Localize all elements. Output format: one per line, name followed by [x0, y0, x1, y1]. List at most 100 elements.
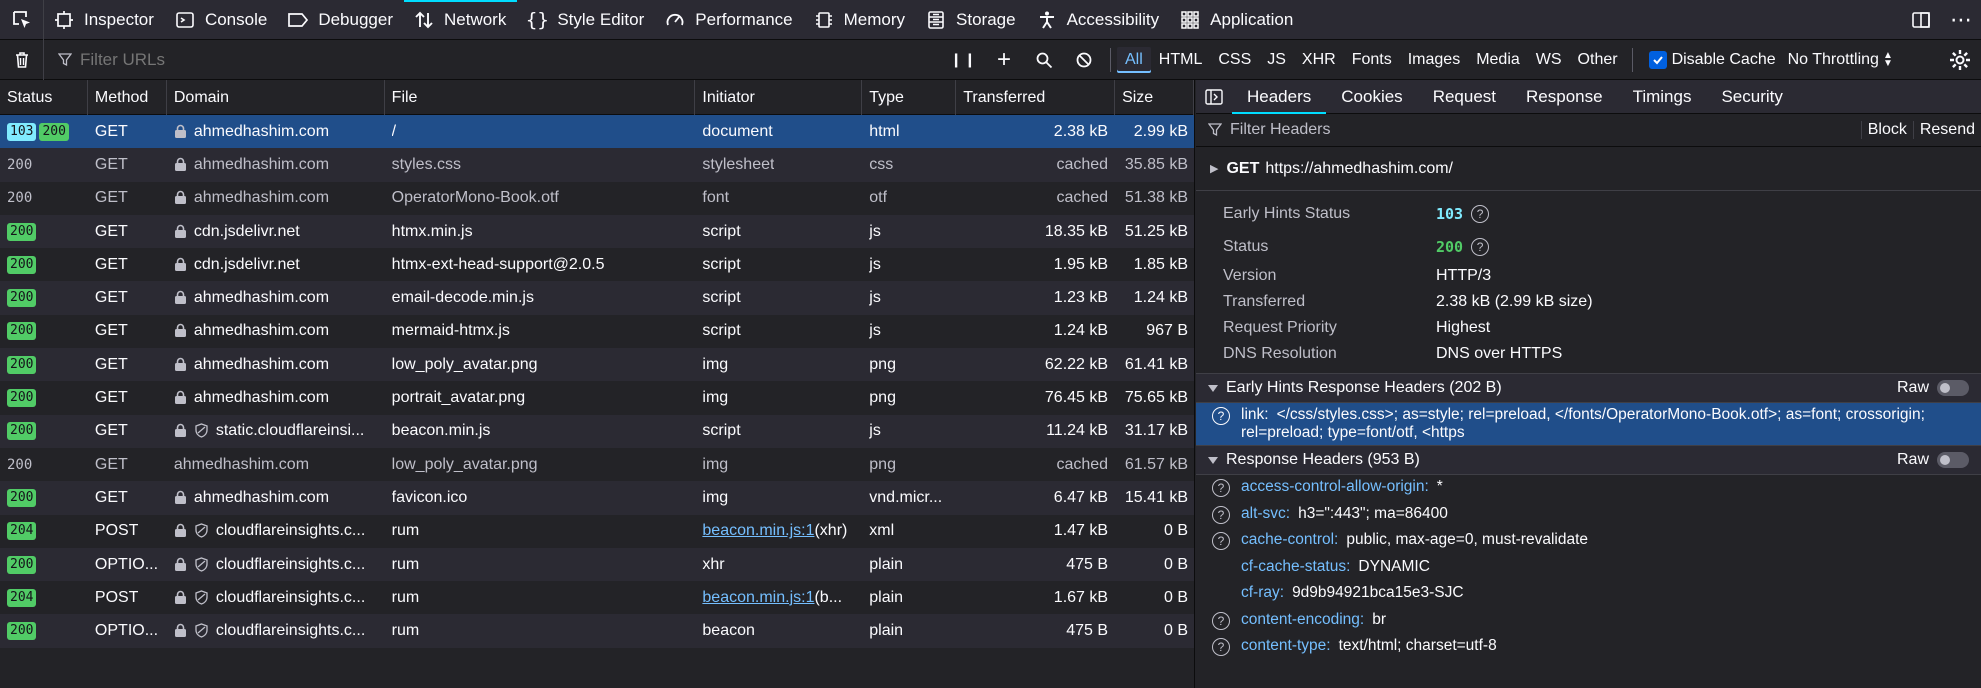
throttling-select[interactable]: No Throttling ▲ ▼ — [1788, 50, 1893, 69]
help-icon[interactable]: ? — [1212, 611, 1230, 630]
details-tab-headers[interactable]: Headers — [1232, 80, 1327, 114]
filter-type-js[interactable]: JS — [1259, 47, 1294, 73]
filter-type-ws[interactable]: WS — [1528, 47, 1570, 73]
table-row[interactable]: 200 OPTIO... cloudflareinsights.c... rum xhr… — [0, 547, 1194, 582]
clear-button[interactable] — [0, 39, 44, 80]
header-row[interactable]: ? content-encoding: br — [1196, 608, 1981, 635]
help-icon[interactable]: ? — [1212, 505, 1230, 524]
add-filter-button[interactable]: + — [984, 40, 1024, 80]
column-header-file[interactable]: File — [385, 80, 696, 115]
header-row[interactable]: ? link: </css/styles.css>; as=style; rel=p… — [1196, 403, 1981, 445]
filter-urls-input[interactable] — [80, 49, 880, 70]
tab-memory[interactable]: Memory — [804, 0, 916, 40]
search-button[interactable] — [1024, 40, 1064, 80]
tab-accessibility[interactable]: Accessibility — [1027, 0, 1171, 40]
header-row[interactable]: cf-cache-status: DYNAMIC — [1196, 555, 1981, 582]
filter-type-fonts[interactable]: Fonts — [1344, 47, 1400, 73]
help-icon[interactable]: ? — [1212, 479, 1230, 497]
element-picker-button[interactable] — [0, 0, 44, 40]
filter-type-all[interactable]: All — [1117, 46, 1151, 73]
early-hints-section-header[interactable]: Early Hints Response Headers (202 B) Raw — [1196, 373, 1981, 403]
column-header-transferred[interactable]: Transferred — [956, 80, 1116, 115]
table-row[interactable]: 200 GET ahmedhashim.com email-decode.min.js… — [0, 281, 1194, 315]
help-icon[interactable]: ? — [1212, 638, 1230, 656]
filter-type-xhr[interactable]: XHR — [1294, 47, 1344, 73]
column-header-status[interactable]: Status — [0, 80, 88, 115]
header-row[interactable]: ? alt-svc: h3=":443"; ma=86400 — [1196, 502, 1981, 529]
filter-type-css[interactable]: CSS — [1210, 47, 1259, 73]
details-tab-cookies[interactable]: Cookies — [1326, 80, 1417, 114]
network-settings-button[interactable] — [1947, 47, 1973, 73]
help-icon[interactable]: ? — [1471, 237, 1490, 256]
filter-urls-box[interactable] — [44, 40, 944, 80]
domain-text: cloudflareinsights.c... — [215, 522, 366, 540]
switch-off-icon[interactable] — [1937, 380, 1969, 396]
block-button[interactable]: Block — [1860, 121, 1913, 139]
table-row[interactable]: 204 POST cloudflareinsights.c... rum beacon.… — [0, 581, 1194, 615]
filter-type-other[interactable]: Other — [1570, 47, 1626, 73]
column-header-method[interactable]: Method — [88, 80, 167, 115]
table-row[interactable]: 200 GET ahmedhashim.com portrait_avatar.png… — [0, 381, 1194, 415]
more-menu-button[interactable]: ⋯ — [1941, 0, 1981, 40]
file-cell: mermaid-htmx.js — [385, 315, 696, 348]
details-tab-response[interactable]: Response — [1511, 80, 1618, 114]
tab-network[interactable]: Network — [403, 0, 518, 40]
details-tab-timings[interactable]: Timings — [1618, 80, 1707, 114]
pause-button[interactable]: ❙❙ — [944, 40, 984, 80]
help-icon[interactable]: ? — [1212, 407, 1230, 425]
column-header-initiator[interactable]: Initiator — [695, 80, 863, 115]
response-headers-section-header[interactable]: Response Headers (953 B) Raw — [1196, 445, 1981, 475]
table-row[interactable]: 200 GET ahmedhashim.com low_poly_avatar.png… — [0, 447, 1194, 482]
initiator-link[interactable]: beacon.min.js:1 — [702, 522, 814, 540]
tab-style-editor[interactable]: {} Style Editor — [517, 0, 655, 40]
details-tab-security[interactable]: Security — [1706, 80, 1797, 114]
dock-button[interactable] — [1901, 0, 1941, 40]
header-value: DYNAMIC — [1358, 557, 1430, 575]
help-icon[interactable]: ? — [1471, 204, 1490, 223]
details-tab-request[interactable]: Request — [1418, 80, 1511, 114]
table-row[interactable]: 200 GET ahmedhashim.com styles.css styleshee… — [0, 148, 1194, 182]
filter-type-html[interactable]: HTML — [1151, 47, 1211, 73]
column-header-size[interactable]: Size — [1115, 80, 1194, 115]
table-row[interactable]: 103 200 GET ahmedhashim.com / document html 2.3… — [0, 115, 1194, 149]
dock-icon — [1912, 12, 1930, 28]
table-row[interactable]: 204 POST cloudflareinsights.c... rum beacon.… — [0, 514, 1194, 548]
filter-headers-input[interactable]: Filter Headers — [1230, 121, 1330, 139]
block-urls-button[interactable] — [1064, 40, 1104, 80]
resend-button[interactable]: Resend — [1912, 121, 1981, 139]
help-icon[interactable]: ? — [1212, 532, 1230, 550]
column-header-type[interactable]: Type — [862, 80, 957, 115]
tracker-shield-icon — [194, 623, 210, 639]
table-row[interactable]: 200 GET ahmedhashim.com low_poly_avatar.png… — [0, 348, 1194, 382]
request-url-line[interactable]: ▶ GET https://ahmedhashim.com/ — [1196, 147, 1981, 191]
checkbox-checked-icon[interactable] — [1648, 50, 1667, 69]
disable-cache-toggle[interactable]: Disable Cache — [1648, 50, 1776, 69]
tab-performance[interactable]: Performance — [655, 0, 803, 40]
switch-off-icon[interactable] — [1937, 452, 1969, 468]
table-row[interactable]: 200 GET cdn.jsdelivr.net htmx-ext-head-supp… — [0, 248, 1194, 282]
table-row[interactable]: 200 GET static.cloudflareinsi... beacon.min… — [0, 414, 1194, 448]
tab-storage[interactable]: Storage — [916, 0, 1027, 40]
header-row[interactable]: ? content-type: text/html; charset=utf-8 — [1196, 634, 1981, 661]
tab-debugger[interactable]: Debugger — [278, 0, 404, 40]
table-row[interactable]: 200 GET cdn.jsdelivr.net htmx.min.js script j… — [0, 214, 1194, 249]
caret-down-icon — [1208, 456, 1218, 464]
header-row[interactable]: cf-ray: 9d9b94921bca15e3-SJC — [1196, 581, 1981, 608]
raw-toggle[interactable]: Raw — [1897, 379, 1969, 397]
header-row[interactable]: ? cache-control: public, max-age=0, must-r… — [1196, 528, 1981, 555]
raw-toggle[interactable]: Raw — [1897, 451, 1969, 469]
table-row[interactable]: 200 GET ahmedhashim.com favicon.ico img vnd.m… — [0, 481, 1194, 515]
column-header-domain[interactable]: Domain — [167, 80, 385, 115]
filter-type-images[interactable]: Images — [1400, 47, 1468, 73]
table-row[interactable]: 200 GET ahmedhashim.com OperatorMono-Book.o… — [0, 181, 1194, 215]
tab-console[interactable]: Console — [165, 0, 278, 40]
tab-application[interactable]: Application — [1170, 0, 1304, 40]
toggle-sidebar-button[interactable] — [1196, 80, 1232, 114]
table-row[interactable]: 200 GET ahmedhashim.com mermaid-htmx.js scri… — [0, 314, 1194, 349]
summary-value-text: 103 — [1436, 204, 1464, 223]
header-row[interactable]: ? access-control-allow-origin: * — [1196, 475, 1981, 502]
table-row[interactable]: 200 OPTIO... cloudflareinsights.c... rum bea… — [0, 614, 1194, 648]
filter-type-media[interactable]: Media — [1468, 47, 1528, 73]
tab-inspector[interactable]: Inspector — [44, 0, 165, 40]
initiator-link[interactable]: beacon.min.js:1 — [702, 589, 814, 607]
